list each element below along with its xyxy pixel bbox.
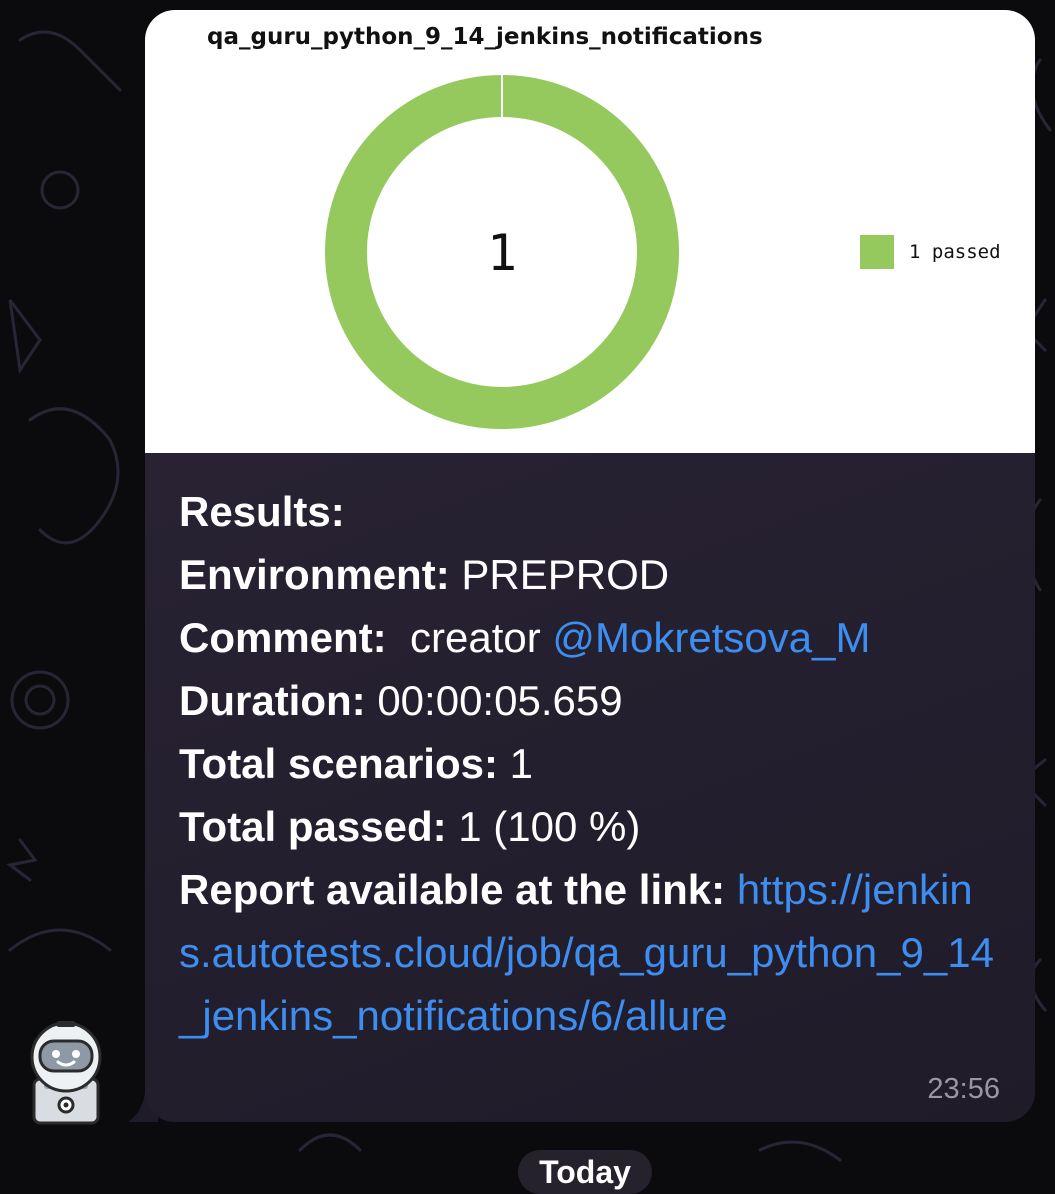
date-separator: Today — [518, 1150, 652, 1194]
message-bubble[interactable]: qa_guru_python_9_14_jenkins_notification… — [145, 10, 1035, 1122]
scenarios-value: 1 — [509, 740, 534, 787]
chart-legend: 1 passed — [860, 235, 1001, 269]
comment-line: Comment: creator @Mokretsova_M — [179, 614, 871, 661]
message-timestamp: 23:56 — [927, 1073, 1000, 1105]
environment-line: Environment: PREPROD — [179, 551, 670, 598]
comment-value: creator — [410, 614, 541, 661]
duration-value: 00:00:05.659 — [377, 677, 623, 724]
report-chart-image[interactable]: qa_guru_python_9_14_jenkins_notification… — [145, 10, 1035, 453]
passed-line: Total passed: 1 (100 %) — [179, 803, 641, 850]
report-line: Report available at the link: https://je… — [179, 866, 994, 1039]
donut-chart: 1 — [325, 75, 679, 429]
legend-label-passed: 1 passed — [909, 241, 1001, 263]
passed-value: 1 (100 %) — [458, 803, 641, 850]
mention-link[interactable]: @Mokretsova_M — [552, 614, 870, 661]
environment-value: PREPROD — [461, 551, 670, 598]
duration-line: Duration: 00:00:05.659 — [179, 677, 623, 724]
message-text: Results: Environment: PREPROD Comment: c… — [179, 480, 999, 1047]
results-heading: Results: — [179, 488, 345, 535]
robot-icon[interactable] — [26, 1017, 106, 1131]
scenarios-line: Total scenarios: 1 — [179, 740, 534, 787]
donut-center-label: 1 — [487, 224, 517, 282]
legend-swatch-passed — [860, 235, 894, 269]
